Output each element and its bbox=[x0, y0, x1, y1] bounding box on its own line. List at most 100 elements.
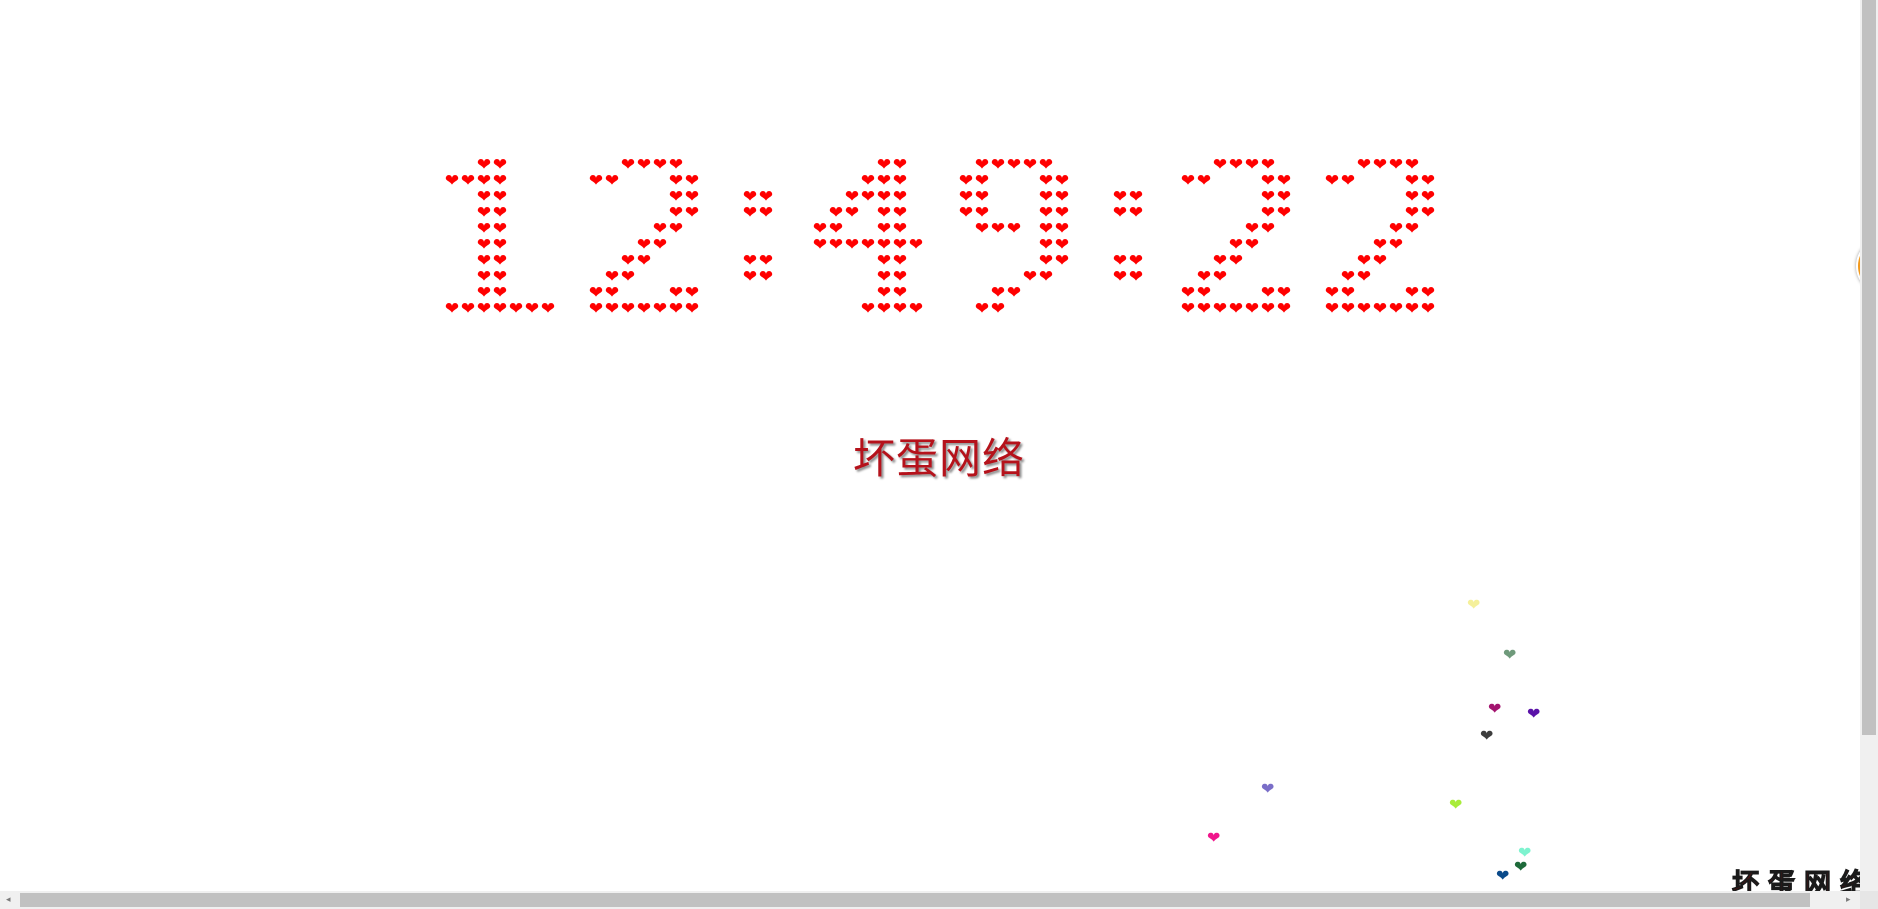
clock-heart-dot: ❤ bbox=[1276, 203, 1292, 223]
clock-heart-dot: ❤ bbox=[892, 299, 908, 319]
vertical-scrollbar[interactable] bbox=[1860, 0, 1878, 891]
clock-heart-dot: ❤ bbox=[460, 299, 476, 319]
clock-heart-dot: ❤ bbox=[1196, 299, 1212, 319]
clock-heart-dot: ❤ bbox=[1228, 251, 1244, 271]
clock-heart-dot: ❤ bbox=[636, 251, 652, 271]
floating-heart-icon: ❤ bbox=[1449, 795, 1463, 814]
clock-heart-dot: ❤ bbox=[990, 299, 1006, 319]
clock-heart-dot: ❤ bbox=[636, 299, 652, 319]
clock-heart-dot: ❤ bbox=[1372, 299, 1388, 319]
clock-heart-dot: ❤ bbox=[1388, 299, 1404, 319]
clock-heart-dot: ❤ bbox=[908, 235, 924, 255]
clock-heart-dot: ❤ bbox=[1244, 299, 1260, 319]
clock-heart-dot: ❤ bbox=[1388, 235, 1404, 255]
clock-heart-dot: ❤ bbox=[844, 235, 860, 255]
floating-heart-icon: ❤ bbox=[1207, 828, 1221, 847]
site-title: 坏蛋网络 bbox=[852, 434, 1025, 483]
clock-heart-dot: ❤ bbox=[974, 219, 990, 239]
clock-heart-dot: ❤ bbox=[990, 155, 1006, 175]
floating-heart-icon: ❤ bbox=[1467, 595, 1481, 614]
clock-heart-dot: ❤ bbox=[684, 203, 700, 223]
clock-heart-dot: ❤ bbox=[1180, 171, 1196, 191]
clock-heart-dot: ❤ bbox=[1006, 155, 1022, 175]
clock-heart-dot: ❤ bbox=[460, 171, 476, 191]
clock-heart-dot: ❤ bbox=[1340, 171, 1356, 191]
heart-clock: ❤ ❤ ❤ ❤ ❤ ❤ ❤ ❤ ❤ ❤ ❤ ❤ ❤ ❤ ❤ ❤ ❤ ❤ ❤ ❤ ❤ ❤ ❤ ❤ ❤ ❤ ❤ ❤ ❤ ❤ ❤ ❤ ❤ ❤ ❤ ❤ ❤ ❤ ❤ ❤… bbox=[0, 0, 1860, 340]
clock-heart-dot: ❤ bbox=[1276, 299, 1292, 319]
page-viewport: ❤ ❤ ❤ ❤ ❤ ❤ ❤ ❤ ❤ ❤ ❤ ❤ ❤ ❤ ❤ ❤ ❤ ❤ ❤ ❤ ❤ ❤ ❤ ❤ ❤ ❤ ❤ ❤ ❤ ❤ ❤ ❤ ❤ ❤ ❤ ❤ ❤ ❤ ❤ ❤… bbox=[0, 0, 1878, 909]
clock-heart-dot: ❤ bbox=[758, 267, 774, 287]
horizontal-scrollbar-thumb[interactable] bbox=[20, 893, 1810, 907]
clock-heart-dot: ❤ bbox=[524, 299, 540, 319]
floating-heart-icon: ❤ bbox=[1514, 857, 1528, 876]
clock-heart-dot: ❤ bbox=[1054, 251, 1070, 271]
clock-heart-dot: ❤ bbox=[828, 235, 844, 255]
clock-heart-dot: ❤ bbox=[1112, 267, 1128, 287]
clock-heart-dot: ❤ bbox=[1324, 299, 1340, 319]
clock-heart-dot: ❤ bbox=[1404, 219, 1420, 239]
clock-heart-dot: ❤ bbox=[1228, 155, 1244, 175]
scroll-right-icon[interactable]: ▸ bbox=[1846, 891, 1851, 909]
scroll-left-icon[interactable]: ◂ bbox=[6, 891, 11, 909]
clock-heart-dot: ❤ bbox=[636, 155, 652, 175]
clock-heart-dot: ❤ bbox=[1420, 203, 1436, 223]
clock-heart-dot: ❤ bbox=[1228, 299, 1244, 319]
clock-heart-dot: ❤ bbox=[620, 155, 636, 175]
clock-heart-dot: ❤ bbox=[1006, 283, 1022, 303]
clock-heart-dot: ❤ bbox=[668, 299, 684, 319]
clock-heart-dot: ❤ bbox=[1038, 267, 1054, 287]
clock-heart-dot: ❤ bbox=[620, 267, 636, 287]
clock-heart-dot: ❤ bbox=[860, 299, 876, 319]
clock-heart-dot: ❤ bbox=[1340, 299, 1356, 319]
clock-heart-dot: ❤ bbox=[1260, 219, 1276, 239]
clock-heart-dot: ❤ bbox=[652, 235, 668, 255]
clock-heart-dot: ❤ bbox=[860, 187, 876, 207]
scrollbar-corner bbox=[1860, 891, 1878, 909]
clock-heart-dot: ❤ bbox=[444, 171, 460, 191]
clock-heart-dot: ❤ bbox=[1324, 171, 1340, 191]
clock-heart-dot: ❤ bbox=[1244, 235, 1260, 255]
clock-heart-dot: ❤ bbox=[1022, 155, 1038, 175]
floating-heart-icon: ❤ bbox=[1261, 779, 1275, 798]
floating-heart-icon: ❤ bbox=[1480, 726, 1494, 745]
clock-heart-dot: ❤ bbox=[588, 299, 604, 319]
clock-heart-dot: ❤ bbox=[1388, 155, 1404, 175]
clock-heart-dot: ❤ bbox=[742, 267, 758, 287]
clock-heart-dot: ❤ bbox=[1112, 203, 1128, 223]
clock-heart-dot: ❤ bbox=[860, 235, 876, 255]
clock-heart-dot: ❤ bbox=[1372, 251, 1388, 271]
clock-heart-dot: ❤ bbox=[540, 299, 556, 319]
floating-heart-icon: ❤ bbox=[1527, 704, 1541, 723]
clock-heart-dot: ❤ bbox=[1180, 299, 1196, 319]
clock-heart-dot: ❤ bbox=[508, 299, 524, 319]
vertical-scrollbar-thumb[interactable] bbox=[1862, 0, 1876, 735]
clock-heart-dot: ❤ bbox=[492, 299, 508, 319]
clock-heart-dot: ❤ bbox=[1022, 267, 1038, 287]
clock-heart-dot: ❤ bbox=[1196, 171, 1212, 191]
clock-heart-dot: ❤ bbox=[1128, 203, 1144, 223]
clock-heart-dot: ❤ bbox=[620, 299, 636, 319]
clock-heart-dot: ❤ bbox=[974, 299, 990, 319]
clock-heart-dot: ❤ bbox=[1244, 155, 1260, 175]
clock-heart-dot: ❤ bbox=[1372, 155, 1388, 175]
horizontal-scrollbar[interactable]: ◂ ▸ bbox=[0, 891, 1860, 909]
clock-heart-dot: ❤ bbox=[1404, 299, 1420, 319]
clock-heart-dot: ❤ bbox=[1420, 299, 1436, 319]
clock-heart-dot: ❤ bbox=[444, 299, 460, 319]
clock-heart-dot: ❤ bbox=[908, 299, 924, 319]
clock-heart-dot: ❤ bbox=[812, 235, 828, 255]
clock-heart-dot: ❤ bbox=[758, 203, 774, 223]
clock-heart-dot: ❤ bbox=[1260, 299, 1276, 319]
clock-heart-dot: ❤ bbox=[990, 219, 1006, 239]
clock-heart-dot: ❤ bbox=[1356, 299, 1372, 319]
clock-heart-dot: ❤ bbox=[588, 171, 604, 191]
floating-heart-icon: ❤ bbox=[1503, 645, 1517, 664]
clock-heart-dot: ❤ bbox=[684, 299, 700, 319]
floating-heart-icon: ❤ bbox=[1496, 866, 1510, 885]
clock-heart-dot: ❤ bbox=[652, 299, 668, 319]
clock-heart-dot: ❤ bbox=[844, 203, 860, 223]
clock-heart-dot: ❤ bbox=[1212, 299, 1228, 319]
clock-heart-dot: ❤ bbox=[742, 203, 758, 223]
clock-heart-dot: ❤ bbox=[604, 299, 620, 319]
clock-heart-dot: ❤ bbox=[1128, 267, 1144, 287]
